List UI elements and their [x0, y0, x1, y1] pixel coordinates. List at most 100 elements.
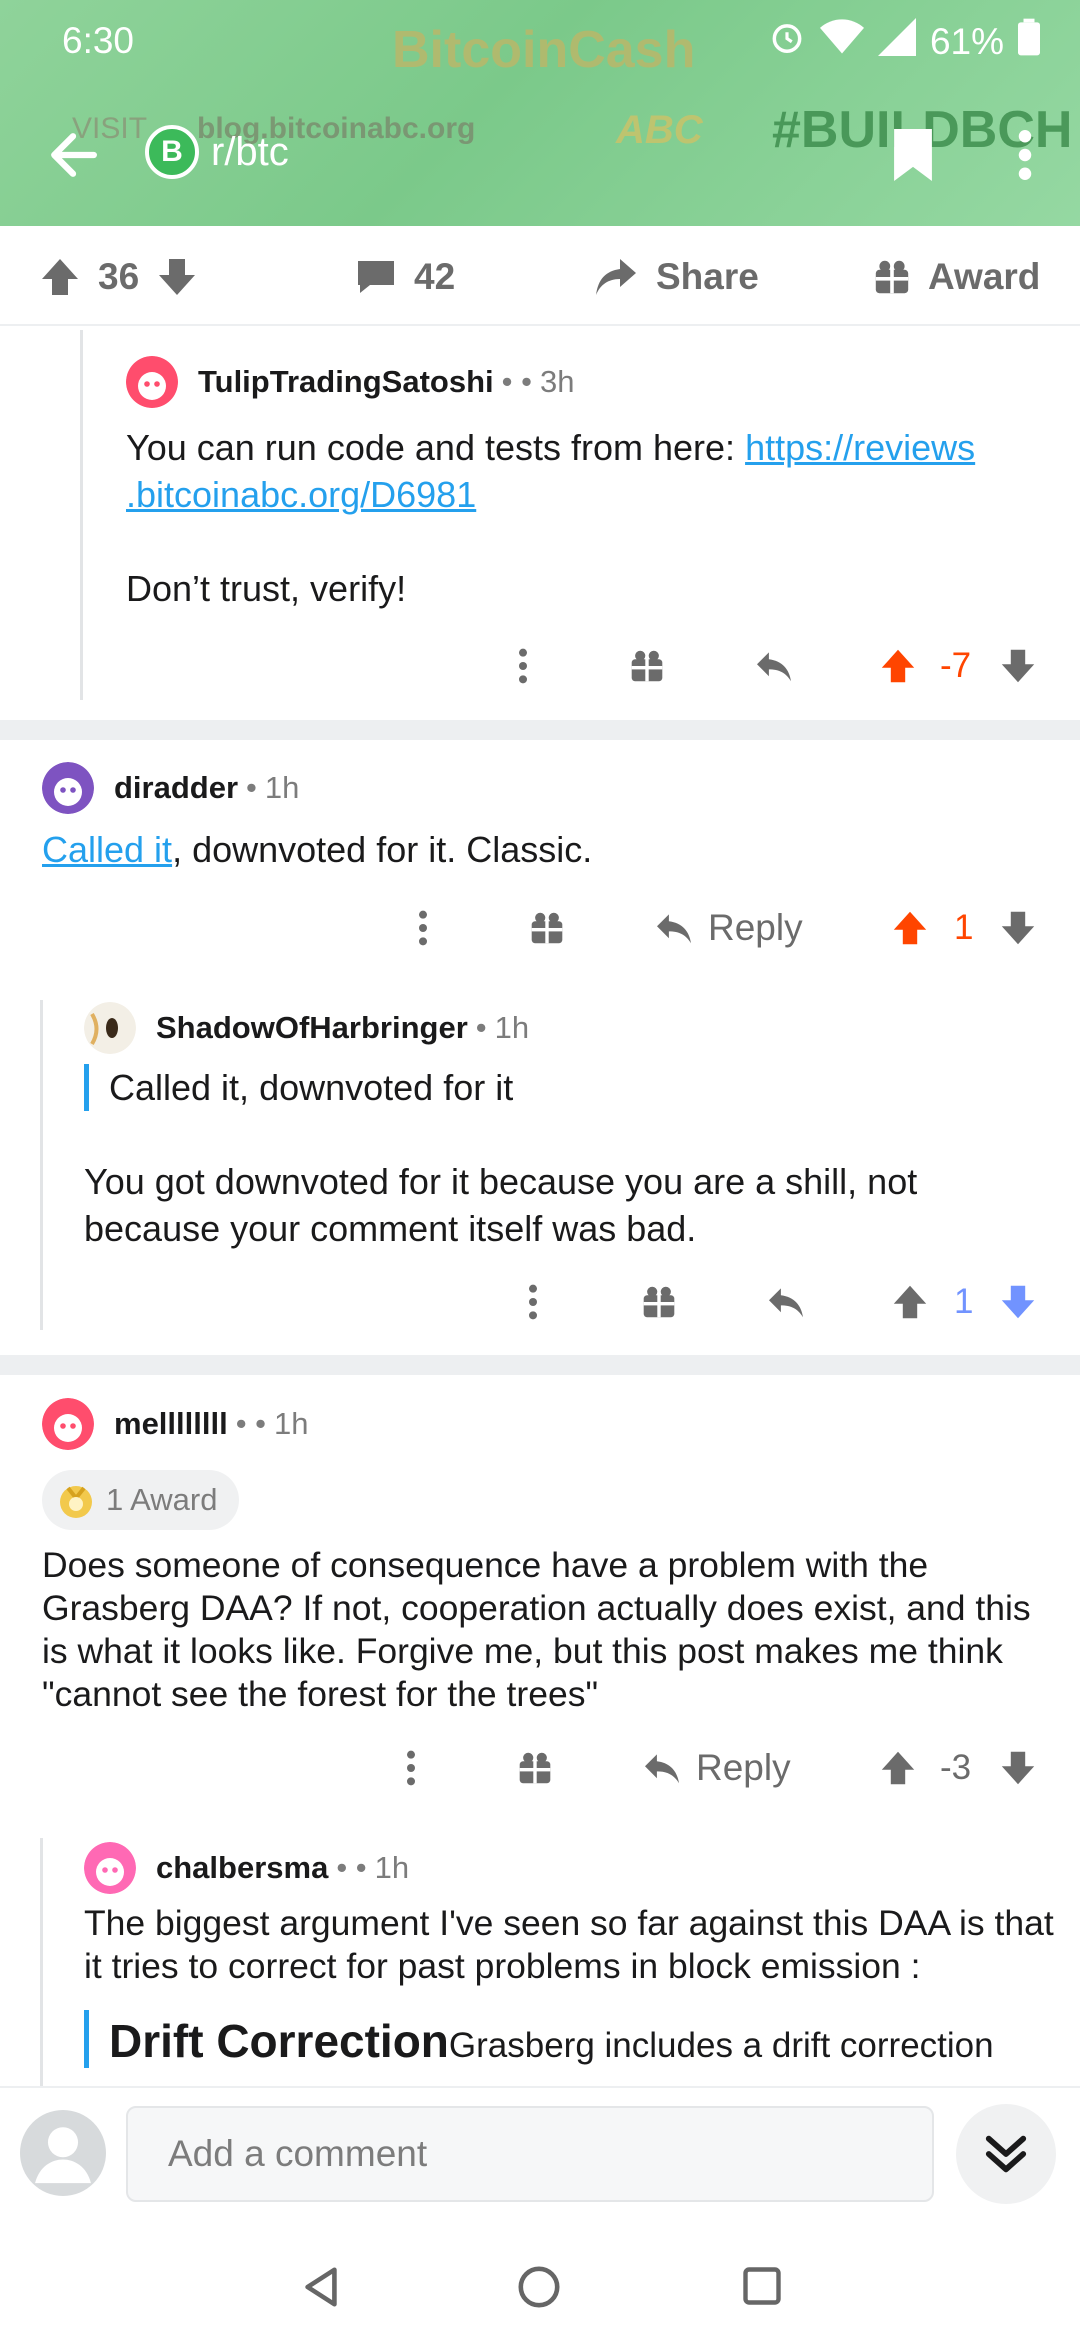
comment-downvote-button[interactable]: [1000, 1750, 1036, 1786]
downvote-icon: [1001, 649, 1035, 683]
comment-quote: Drift CorrectionGrasberg includes a drif…: [84, 2010, 1054, 2068]
post-award-button[interactable]: Award: [874, 256, 1040, 298]
upvote-icon: [893, 911, 927, 945]
back-button[interactable]: [38, 120, 108, 190]
battery-icon: [1018, 18, 1040, 65]
comment-score: -3: [940, 1748, 972, 1787]
comment-username[interactable]: TulipTradingSatoshi: [198, 364, 494, 400]
triangle-back-icon: [305, 2267, 337, 2307]
comment-upvote-button[interactable]: [892, 1284, 928, 1320]
comment-age: 3h: [539, 364, 575, 399]
comment-body: Called it, downvoted for it You got down…: [84, 1064, 1044, 1252]
comment-text: Does someone of consequence have a probl…: [42, 1545, 1031, 1714]
share-icon: [596, 259, 636, 295]
comment-divider: [0, 720, 1080, 740]
comment-text: You got downvoted for it because you are…: [84, 1161, 918, 1249]
comment-username[interactable]: mellllllll: [114, 1406, 228, 1442]
upvote-icon: [881, 649, 915, 683]
avatar[interactable]: [42, 762, 94, 814]
reply-label: Reply: [708, 907, 803, 948]
comment-award-button[interactable]: [630, 649, 664, 683]
comment-downvote-button[interactable]: [1000, 648, 1036, 684]
arrow-left-icon: [51, 133, 97, 177]
comment-reply-button[interactable]: [766, 1285, 806, 1319]
gift-icon: [875, 260, 909, 294]
comment-more-button[interactable]: [396, 1748, 426, 1788]
subreddit-name: r/btc: [211, 129, 289, 174]
post-share-label: Share: [656, 256, 759, 297]
signal-icon: [877, 18, 916, 65]
quote-heading: Drift Correction: [109, 2015, 449, 2067]
comment-age: 1h: [264, 770, 300, 805]
post-vote-count: 36: [98, 256, 140, 297]
comment-more-button[interactable]: [408, 908, 438, 948]
comment-composer-bar: Add a comment: [0, 2086, 1080, 2236]
avatar[interactable]: [84, 1002, 136, 1054]
reply-label: Reply: [696, 1747, 791, 1788]
comment-age: 1h: [374, 1850, 410, 1885]
user-avatar[interactable]: [20, 2110, 106, 2196]
user-icon: [35, 2127, 91, 2184]
downvote-icon: [1001, 1285, 1035, 1319]
comment-username[interactable]: chalbersma: [156, 1850, 328, 1886]
comment-award-button[interactable]: [518, 1751, 552, 1785]
add-comment-input[interactable]: Add a comment: [126, 2106, 934, 2202]
comment-upvote-button[interactable]: [892, 910, 928, 946]
comment-meta: TulipTradingSatoshi • • 3h: [126, 356, 1026, 408]
comment-upvote-button[interactable]: [880, 1750, 916, 1786]
comment-text: You can run code and tests from here:: [126, 427, 736, 468]
comment-link[interactable]: Called it: [42, 829, 172, 870]
comment-more-button[interactable]: [518, 1282, 548, 1322]
more-vertical-icon: [419, 910, 427, 946]
comment-username[interactable]: ShadowOfHarbringer: [156, 1010, 468, 1046]
post-award-label: Award: [928, 256, 1041, 297]
comment-reply-button[interactable]: [754, 649, 794, 683]
upvote-icon: [893, 1285, 927, 1319]
comment-award-button[interactable]: [642, 1285, 676, 1319]
avatar[interactable]: [126, 356, 178, 408]
upvote-icon: [881, 1751, 915, 1785]
comment-downvote-button[interactable]: [1000, 1284, 1036, 1320]
next-comment-button[interactable]: [956, 2104, 1056, 2204]
award-pill[interactable]: 1 Award: [42, 1470, 240, 1530]
comment-username[interactable]: diradder: [114, 770, 238, 806]
save-button[interactable]: [880, 122, 946, 188]
comment-actions: -7: [0, 636, 1080, 696]
comment-reply-button[interactable]: Reply: [654, 907, 803, 949]
comment-link-part: https://reviews: [745, 427, 976, 468]
battery-percent: 61%: [929, 20, 1004, 62]
post-comments-button[interactable]: 42: [356, 256, 455, 298]
downvote-icon[interactable]: [157, 257, 197, 297]
comment-age: 1h: [494, 1010, 530, 1045]
gift-icon: [643, 1286, 675, 1318]
avatar[interactable]: [42, 1398, 94, 1450]
nav-back-button[interactable]: [298, 2264, 344, 2315]
comment-more-button[interactable]: [508, 646, 538, 686]
comment-text: The biggest argument I've seen so far ag…: [84, 1903, 1054, 1986]
reply-icon: [645, 1754, 679, 1784]
comment-meta: diradder • 1h: [42, 762, 1042, 814]
comment-text: , downvoted for it. Classic.: [172, 829, 593, 870]
comment-upvote-button[interactable]: [880, 648, 916, 684]
thread-line: [40, 1838, 43, 2088]
post-share-button[interactable]: Share: [594, 256, 759, 298]
banner-abc-text: ABC: [616, 108, 703, 152]
upvote-icon[interactable]: [40, 257, 80, 297]
subreddit-icon: B: [145, 125, 199, 179]
overflow-menu-button[interactable]: [1000, 122, 1050, 188]
wifi-icon: [819, 18, 864, 65]
comment-downvote-button[interactable]: [1000, 910, 1036, 946]
square-recents-icon: [743, 2267, 781, 2305]
subreddit-link[interactable]: B r/btc: [145, 125, 289, 179]
comment-actions: Reply 1: [0, 898, 1080, 958]
nav-home-button[interactable]: [516, 2264, 562, 2315]
nav-recents-button[interactable]: [740, 2264, 784, 2313]
comment-award-button[interactable]: [530, 911, 564, 945]
downvote-icon: [1001, 911, 1035, 945]
avatar[interactable]: [84, 1842, 136, 1894]
reply-icon: [657, 914, 691, 944]
comment-reply-button[interactable]: Reply: [642, 1747, 791, 1789]
comment: diradder • 1h Called it, downvoted for i…: [42, 762, 1042, 873]
downvote-icon: [1001, 1751, 1035, 1785]
chevron-double-down-icon: [985, 2135, 1027, 2173]
